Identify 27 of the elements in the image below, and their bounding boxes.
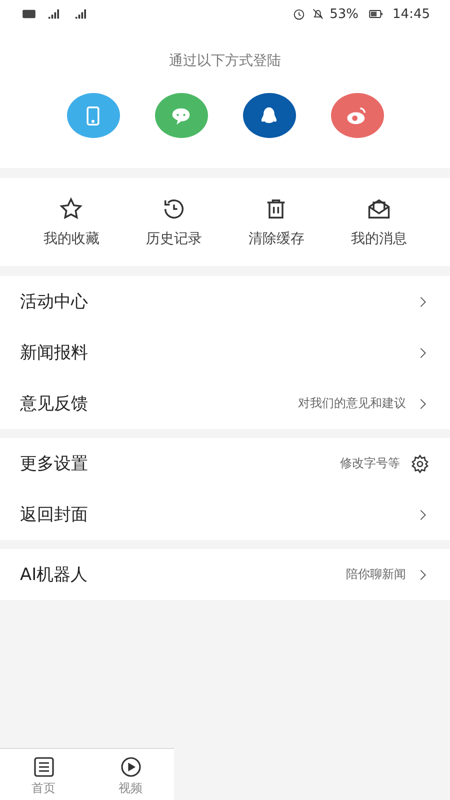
alarm-icon: [292, 7, 306, 21]
menu-hint: 陪你聊新闻: [346, 566, 406, 583]
shortcut-button[interactable]: 历史记录: [146, 196, 202, 248]
menu-row[interactable]: 更多设置 修改字号等: [0, 438, 450, 489]
login-method-button[interactable]: [242, 93, 296, 138]
menu-row[interactable]: 意见反馈 对我们的意见和建议: [0, 378, 450, 429]
login-method-button[interactable]: [330, 93, 384, 138]
menu-row[interactable]: 新闻报料: [0, 327, 450, 378]
shortcut-button[interactable]: 我的收藏: [43, 196, 100, 248]
play-circle-icon: [118, 755, 142, 779]
shortcut-button[interactable]: 我的消息: [350, 196, 407, 248]
list-icon: [32, 755, 56, 779]
battery-percent: 53%: [330, 6, 359, 22]
muted-bell-icon: [310, 7, 325, 21]
menu-row[interactable]: 活动中心: [0, 276, 450, 327]
star-icon: [58, 196, 84, 222]
tab-button[interactable]: 视频: [118, 755, 142, 800]
menu-row[interactable]: AI机器人 陪你聊新闻: [0, 549, 450, 600]
menu-row[interactable]: 返回封面: [0, 489, 450, 540]
login-prompt: 通过以下方式登陆: [169, 52, 281, 70]
menu-hint: 对我们的意见和建议: [298, 395, 406, 412]
settings-icon: [410, 454, 430, 474]
hd-icon: [20, 7, 38, 21]
tab-button[interactable]: 首页: [32, 755, 56, 800]
shortcut-button[interactable]: 清除缓存: [248, 196, 304, 248]
menu-hint: 修改字号等: [340, 455, 400, 472]
clock-time: 14:45: [392, 6, 430, 22]
